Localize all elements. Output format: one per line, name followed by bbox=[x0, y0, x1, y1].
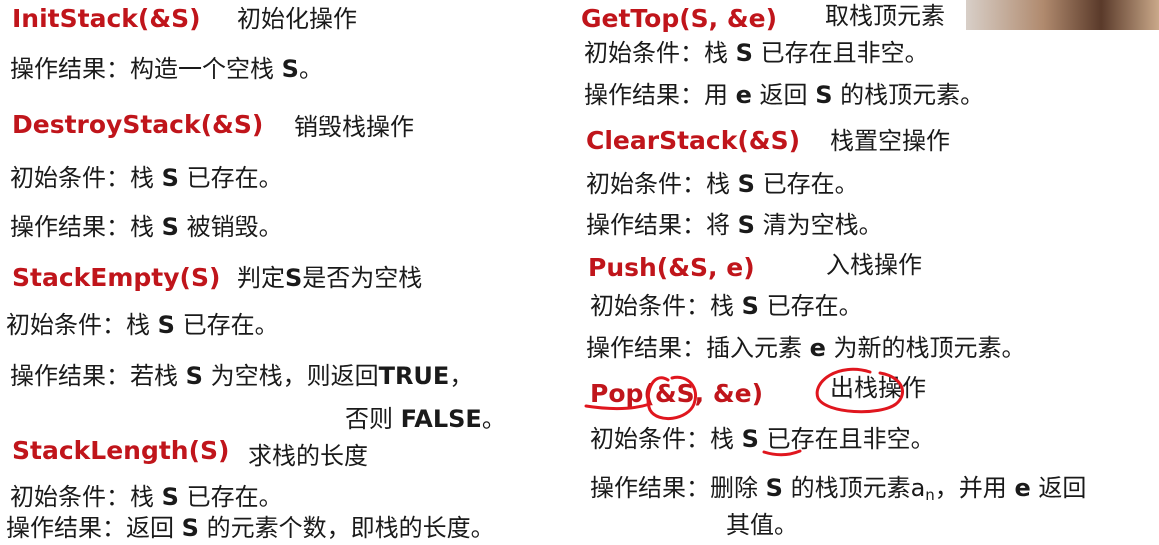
pop-result: 操作结果：删除 S 的栈顶元素an，并用 e 返回 bbox=[590, 474, 1087, 504]
pop-result-line2: 其值。 bbox=[726, 511, 798, 539]
presenter-video-thumbnail bbox=[966, 0, 1159, 30]
stackempty-result-else: 否则 FALSE。 bbox=[345, 405, 506, 433]
pop-init: 初始条件：栈 S 已存在且非空。 bbox=[590, 425, 935, 453]
gettop-name: GetTop(S, &e) bbox=[581, 4, 778, 33]
stackempty-desc: 判定S是否为空栈 bbox=[237, 264, 423, 292]
destroystack-result: 操作结果：栈 S 被销毁。 bbox=[10, 213, 283, 241]
stacklength-result: 操作结果：返回 S 的元素个数，即栈的长度。 bbox=[6, 514, 495, 542]
stacklength-init: 初始条件：栈 S 已存在。 bbox=[10, 483, 283, 511]
pop-name: Pop(&S, &e) bbox=[590, 379, 764, 408]
stackempty-init: 初始条件：栈 S 已存在。 bbox=[6, 311, 279, 339]
clearstack-desc: 栈置空操作 bbox=[830, 127, 950, 155]
gettop-result: 操作结果：用 e 返回 S 的栈顶元素。 bbox=[584, 81, 985, 109]
destroystack-init: 初始条件：栈 S 已存在。 bbox=[10, 164, 283, 192]
gettop-init: 初始条件：栈 S 已存在且非空。 bbox=[584, 39, 929, 67]
push-init: 初始条件：栈 S 已存在。 bbox=[590, 292, 863, 320]
initstack-name: InitStack(&S) bbox=[12, 4, 201, 33]
gettop-desc: 取栈顶元素 bbox=[825, 2, 945, 30]
push-desc: 入栈操作 bbox=[826, 251, 922, 279]
pop-desc: 出栈操作 bbox=[830, 374, 926, 402]
stacklength-name: StackLength(S) bbox=[12, 436, 230, 465]
clearstack-name: ClearStack(&S) bbox=[586, 126, 801, 155]
push-name: Push(&S, e) bbox=[588, 253, 755, 282]
stackempty-result: 操作结果：若栈 S 为空栈，则返回TRUE， bbox=[10, 362, 474, 390]
destroystack-name: DestroyStack(&S) bbox=[12, 110, 264, 139]
clearstack-init: 初始条件：栈 S 已存在。 bbox=[586, 170, 859, 198]
stackempty-name: StackEmpty(S) bbox=[12, 263, 221, 292]
destroystack-desc: 销毁栈操作 bbox=[294, 113, 414, 141]
stacklength-desc: 求栈的长度 bbox=[248, 442, 368, 470]
initstack-result: 操作结果：构造一个空栈 S。 bbox=[10, 55, 323, 83]
push-result: 操作结果：插入元素 e 为新的栈顶元素。 bbox=[586, 334, 1026, 362]
clearstack-result: 操作结果：将 S 清为空栈。 bbox=[586, 211, 883, 239]
initstack-desc: 初始化操作 bbox=[237, 5, 357, 33]
